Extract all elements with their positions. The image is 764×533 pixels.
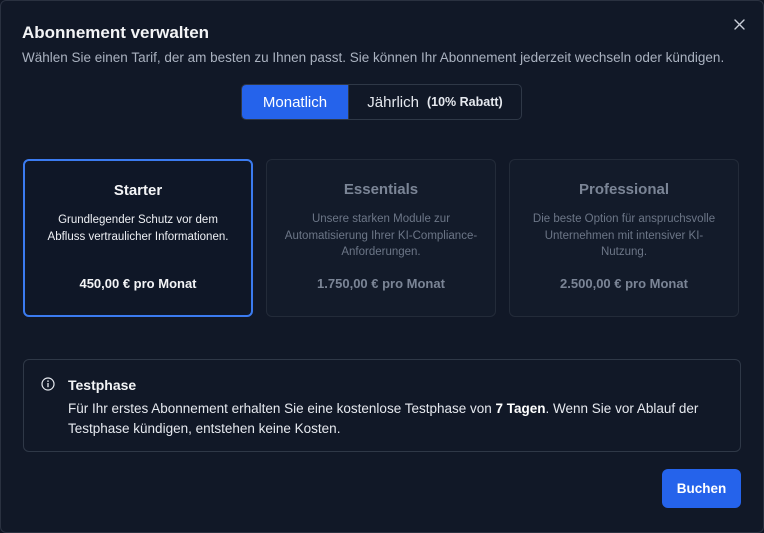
plan-card-professional[interactable]: Professional Die beste Option für anspru… bbox=[509, 159, 739, 317]
plan-name: Professional bbox=[578, 181, 670, 198]
plan-name: Essentials bbox=[343, 181, 419, 198]
dialog-subtitle: Wählen Sie einen Tarif, der am besten zu… bbox=[22, 50, 725, 65]
trial-description: Für Ihr erstes Abonnement erhalten Sie e… bbox=[68, 399, 728, 439]
plan-name: Starter bbox=[113, 182, 163, 199]
info-icon bbox=[41, 377, 55, 391]
trial-duration: 7 Tagen bbox=[495, 401, 546, 416]
yearly-option-label: Jährlich bbox=[367, 93, 419, 111]
monthly-option-label: Monatlich bbox=[262, 93, 328, 111]
trial-info-box: Testphase Für Ihr erstes Abonnement erha… bbox=[23, 359, 741, 452]
plan-price: 1.750,00 € pro Monat bbox=[317, 276, 445, 291]
trial-text-before: Für Ihr erstes Abonnement erhalten Sie e… bbox=[68, 401, 496, 416]
subscription-dialog: Abonnement verwalten Wählen Sie einen Ta… bbox=[0, 0, 764, 533]
plan-description: Die beste Option für anspruchsvolle Unte… bbox=[532, 213, 716, 258]
close-button[interactable] bbox=[729, 14, 749, 34]
close-icon bbox=[733, 18, 745, 30]
monthly-option[interactable]: Monatlich bbox=[242, 85, 348, 119]
dialog-title: Abonnement verwalten bbox=[22, 23, 210, 42]
book-button[interactable]: Buchen bbox=[662, 469, 741, 508]
yearly-discount-badge: (10% Rabatt) bbox=[426, 95, 503, 109]
plan-card-essentials[interactable]: Essentials Unsere starken Module zur Aut… bbox=[266, 159, 496, 317]
yearly-option[interactable]: Jährlich (10% Rabatt) bbox=[348, 85, 521, 119]
plan-price: 2.500,00 € pro Monat bbox=[560, 276, 688, 291]
plan-description: Grundlegender Schutz vor dem Abfluss ver… bbox=[47, 214, 229, 243]
plan-description: Unsere starken Module zur Automatisierun… bbox=[284, 213, 478, 258]
plan-price: 450,00 € pro Monat bbox=[79, 276, 197, 291]
billing-period-toggle: Monatlich Jährlich (10% Rabatt) bbox=[241, 84, 522, 120]
plan-card-starter[interactable]: Starter Grundlegender Schutz vor dem Abf… bbox=[23, 159, 253, 317]
trial-title: Testphase bbox=[68, 377, 137, 393]
